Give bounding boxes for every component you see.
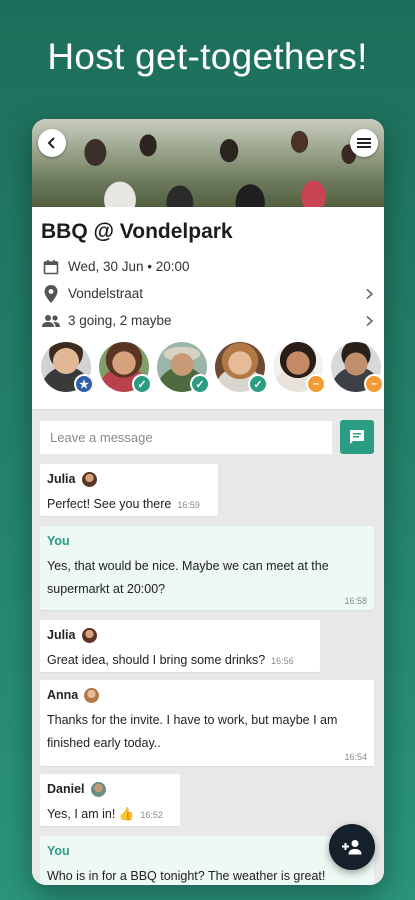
attendee-avatar[interactable]: ✓ [215, 342, 268, 394]
message-time: 16:54 [344, 752, 367, 762]
event-location: Vondelstraat [68, 286, 144, 301]
people-icon [41, 311, 61, 331]
event-attendance-row[interactable]: 3 going, 2 maybe [32, 307, 384, 334]
going-badge: ✓ [190, 374, 210, 394]
maybe-badge: – [364, 374, 384, 394]
back-arrow-icon [47, 137, 55, 149]
headline: Host get-togethers! [47, 36, 368, 77]
event-cover-photo [32, 119, 384, 207]
message-text: Yes, that would be nice. Maybe we can me… [47, 559, 329, 596]
message-sender: You [47, 534, 70, 548]
attendee-avatar[interactable]: ✓ [99, 342, 152, 394]
maybe-badge: – [306, 374, 326, 394]
attendee-avatars: ★ ✓ ✓ ✓ – – [32, 334, 384, 400]
chat-message: You Yes, that would be nice. Maybe we ca… [40, 526, 374, 610]
attendee-avatar[interactable]: – [331, 342, 384, 394]
chevron-right-icon [366, 288, 374, 299]
chevron-right-icon [366, 315, 374, 326]
chat-message: Julia Great idea, should I bring some dr… [40, 620, 320, 672]
attendee-avatar[interactable]: ✓ [157, 342, 210, 394]
message-composer [32, 410, 384, 454]
attendee-avatar[interactable]: ★ [41, 342, 94, 394]
message-time: 16:58 [344, 596, 367, 606]
message-icon [350, 430, 364, 444]
sender-avatar [84, 687, 100, 703]
menu-icon [357, 138, 371, 148]
message-text: Who is in for a BBQ tonight? The weather… [47, 869, 326, 883]
event-attendance: 3 going, 2 maybe [68, 313, 172, 328]
sender-avatar [90, 781, 106, 797]
calendar-icon [41, 257, 61, 277]
event-title: BBQ @ Vondelpark [41, 220, 233, 243]
message-time: 16:59 [177, 500, 200, 510]
message-input[interactable] [40, 420, 332, 454]
message-time: 16:56 [271, 656, 294, 666]
message-sender: Anna [47, 688, 79, 702]
attendee-avatar[interactable]: – [273, 342, 326, 394]
chat-panel: Julia Perfect! See you there 16:59 You Ye… [32, 409, 384, 885]
message-text: Thanks for the invite. I have to work, b… [47, 713, 338, 750]
going-badge: ✓ [248, 374, 268, 394]
going-badge: ✓ [132, 374, 152, 394]
event-date: Wed, 30 Jun • 20:00 [68, 259, 190, 274]
send-message-button[interactable] [340, 420, 374, 454]
sender-avatar [81, 627, 97, 643]
host-badge: ★ [74, 374, 94, 394]
event-date-row: Wed, 30 Jun • 20:00 [32, 253, 384, 280]
event-location-row[interactable]: Vondelstraat [32, 280, 384, 307]
add-person-icon [342, 840, 362, 855]
invite-people-button[interactable] [329, 824, 375, 870]
message-text: Perfect! See you there [47, 497, 172, 511]
location-pin-icon [41, 284, 61, 304]
message-time: 16:52 [140, 810, 163, 820]
chat-message: Anna Thanks for the invite. I have to wo… [40, 680, 374, 766]
back-button[interactable] [38, 129, 66, 157]
message-sender: You [47, 844, 70, 858]
message-text: Yes, I am in! 👍 [47, 807, 135, 821]
message-sender: Julia [47, 472, 76, 486]
message-sender: Julia [47, 628, 76, 642]
chat-message: You Who is in for a BBQ tonight? The wea… [40, 836, 374, 885]
menu-button[interactable] [350, 129, 378, 157]
chat-message: Daniel Yes, I am in! 👍 16:52 [40, 774, 180, 826]
message-sender: Daniel [47, 782, 85, 796]
phone-screen: BBQ @ Vondelpark Wed, 30 Jun • 20:00 Von… [32, 119, 384, 885]
chat-message: Julia Perfect! See you there 16:59 [40, 464, 218, 516]
message-text: Great idea, should I bring some drinks? [47, 653, 266, 667]
sender-avatar [81, 471, 97, 487]
